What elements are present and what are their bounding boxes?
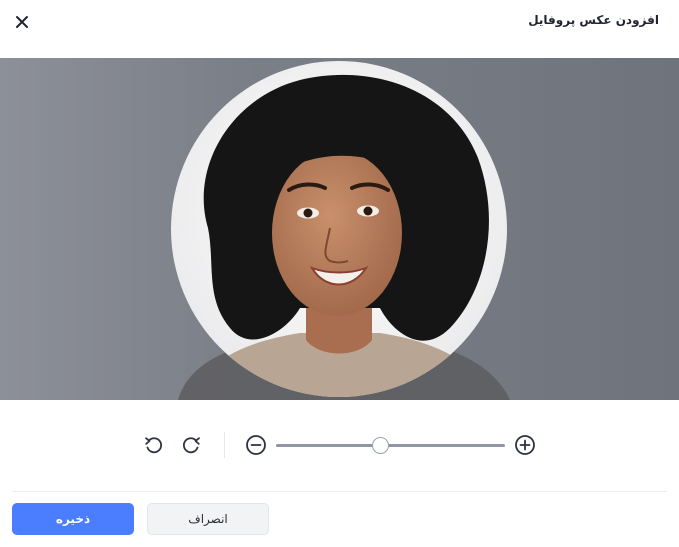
close-icon [16,16,28,28]
zoom-in-button[interactable] [512,432,538,458]
zoom-in-icon [515,435,535,455]
profile-photo [171,61,510,400]
close-button[interactable] [10,10,34,34]
dialog-title: افزودن عکس پروفایل [528,13,659,27]
zoom-slider[interactable] [276,444,505,447]
rotate-right-button[interactable] [179,432,205,458]
footer-divider [12,491,667,492]
add-profile-photo-dialog: افزودن عکس پروفایل ذخیره انصراف [0,0,679,547]
rotate-left-button[interactable] [140,432,166,458]
dialog-header: افزودن عکس پروفایل [0,0,679,58]
zoom-out-icon [246,435,266,455]
controls-separator [224,432,225,458]
save-button[interactable]: ذخیره [12,503,134,535]
zoom-out-button[interactable] [243,432,269,458]
crop-area[interactable] [0,58,679,400]
rotate-left-icon [145,437,163,454]
cancel-button[interactable]: انصراف [147,503,269,535]
rotate-right-icon [182,437,200,454]
